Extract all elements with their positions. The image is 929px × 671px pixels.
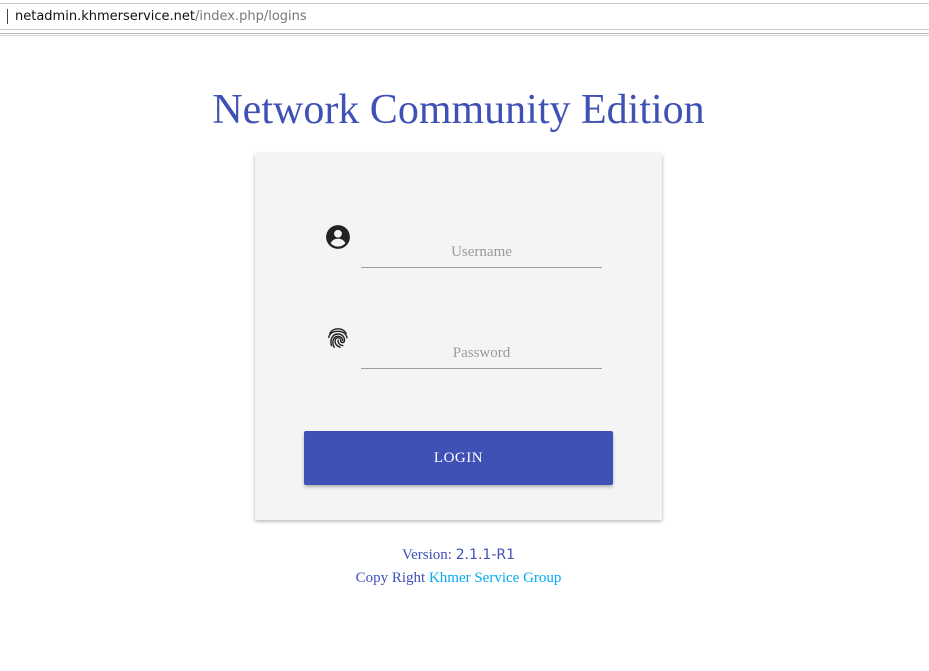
- fingerprint-icon: [325, 325, 351, 351]
- version-number: 2.1.1-R1: [455, 547, 516, 563]
- toolbar-divider: [0, 33, 929, 34]
- toolbar-divider-secondary: [0, 35, 929, 36]
- page-title: Network Community Edition: [212, 87, 705, 133]
- copyright-label: Copy Right: [355, 570, 426, 586]
- username-input[interactable]: [361, 238, 602, 268]
- company-link[interactable]: Khmer Service Group: [429, 570, 561, 586]
- password-input[interactable]: [361, 339, 602, 369]
- password-field[interactable]: [361, 339, 602, 369]
- url-host: netadmin.khmerservice.net: [15, 9, 196, 24]
- text-cursor: [7, 9, 8, 24]
- browser-address-bar[interactable]: netadmin.khmerservice.net/index.php/logi…: [0, 3, 929, 30]
- login-card: LOGIN: [255, 154, 662, 520]
- username-field[interactable]: [361, 238, 602, 268]
- login-button[interactable]: LOGIN: [304, 431, 613, 485]
- version-line: Version: 2.1.1-R1: [0, 547, 917, 564]
- account-circle-icon: [325, 224, 351, 250]
- url-path: /index.php/logins: [195, 9, 307, 24]
- version-label: Version:: [401, 547, 452, 563]
- copyright-line: Copy Right Khmer Service Group: [0, 570, 917, 587]
- url-text[interactable]: netadmin.khmerservice.net/index.php/logi…: [15, 9, 307, 25]
